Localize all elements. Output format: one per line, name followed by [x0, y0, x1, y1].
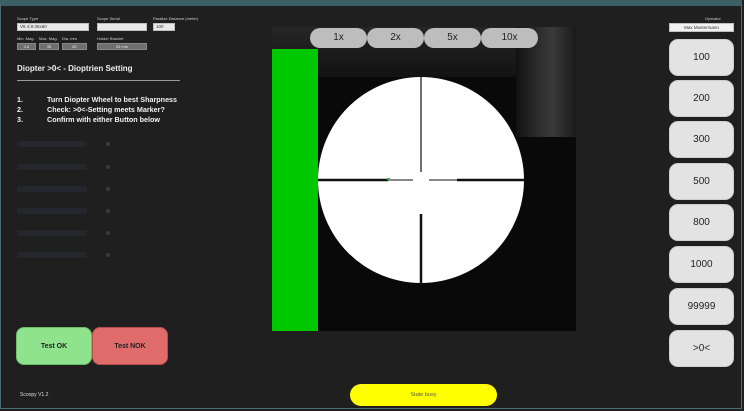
hidden-indicator	[106, 253, 110, 257]
version-label: Scoopy V1.2	[20, 392, 49, 398]
parallax-label: Parallax Distance (meter)	[153, 16, 199, 21]
max-mag-label: Max. Mag.	[39, 36, 58, 41]
camera-view	[272, 27, 576, 331]
distance-100-button[interactable]: 100	[669, 39, 734, 76]
distance-200-button[interactable]: 200	[669, 80, 734, 117]
scope-type-label: Scope Type	[17, 16, 39, 21]
min-mag-label: Min. Mag.	[17, 36, 35, 41]
hidden-row	[17, 164, 87, 170]
section-title: Diopter >0< - Dioptrien Setting	[17, 64, 133, 73]
distance-300-button[interactable]: 300	[669, 121, 734, 158]
zoom-10x-button[interactable]: 10x	[481, 28, 538, 48]
zoom-5x-button[interactable]: 5x	[424, 28, 481, 48]
zoom-1x-button[interactable]: 1x	[310, 28, 367, 48]
hidden-indicator	[106, 209, 110, 213]
step-text: Confirm with either Button below	[47, 115, 160, 124]
max-mag-value: 35	[39, 43, 59, 50]
test-nok-button[interactable]: Test NOK	[92, 327, 168, 365]
hidden-indicator	[106, 165, 110, 169]
hidden-indicator	[106, 187, 110, 191]
distance-99999-button[interactable]: 99999	[669, 288, 734, 325]
step-number: 2.	[17, 105, 23, 114]
reticle	[318, 77, 524, 283]
min-mag-value: 4.8	[17, 43, 36, 50]
section-divider	[17, 80, 180, 81]
status-bar: State busy	[350, 384, 497, 406]
scope-serial-field[interactable]	[97, 23, 147, 31]
hidden-row	[17, 230, 87, 236]
zoom-selector: 1x 2x 5x 10x	[310, 28, 540, 48]
zoom-2x-button[interactable]: 2x	[367, 28, 424, 48]
hidden-indicator	[106, 231, 110, 235]
scope-type-field[interactable]: V8 4.8-35x60	[17, 23, 89, 31]
step-text: Check: >0<-Setting meets Marker?	[47, 105, 165, 114]
scope-serial-label: Scope Serial	[97, 16, 120, 21]
hidden-indicator	[106, 142, 110, 146]
hidden-row	[17, 141, 87, 147]
hidden-row	[17, 186, 87, 192]
test-ok-button[interactable]: Test OK	[16, 327, 92, 365]
distance-500-button[interactable]: 500	[669, 163, 734, 200]
diopter-zero-button[interactable]: >0<	[669, 330, 734, 367]
dia-value: 60	[62, 43, 87, 50]
step-number: 1.	[17, 95, 23, 104]
holder-value: 34 mm	[97, 43, 147, 50]
parallax-field[interactable]: 100	[153, 23, 175, 31]
distance-800-button[interactable]: 800	[669, 204, 734, 241]
dia-label: Dia. mm	[62, 36, 77, 41]
operator-label: Operator	[705, 16, 721, 21]
distance-1000-button[interactable]: 1000	[669, 246, 734, 283]
hidden-row	[17, 208, 87, 214]
hidden-row	[17, 252, 87, 258]
operator-field[interactable]: Max Mustermann	[669, 23, 734, 32]
holder-label: Holder Bracket	[97, 36, 124, 41]
step-text: Turn Diopter Wheel to best Sharpness	[47, 95, 178, 104]
step-number: 3.	[17, 115, 23, 124]
